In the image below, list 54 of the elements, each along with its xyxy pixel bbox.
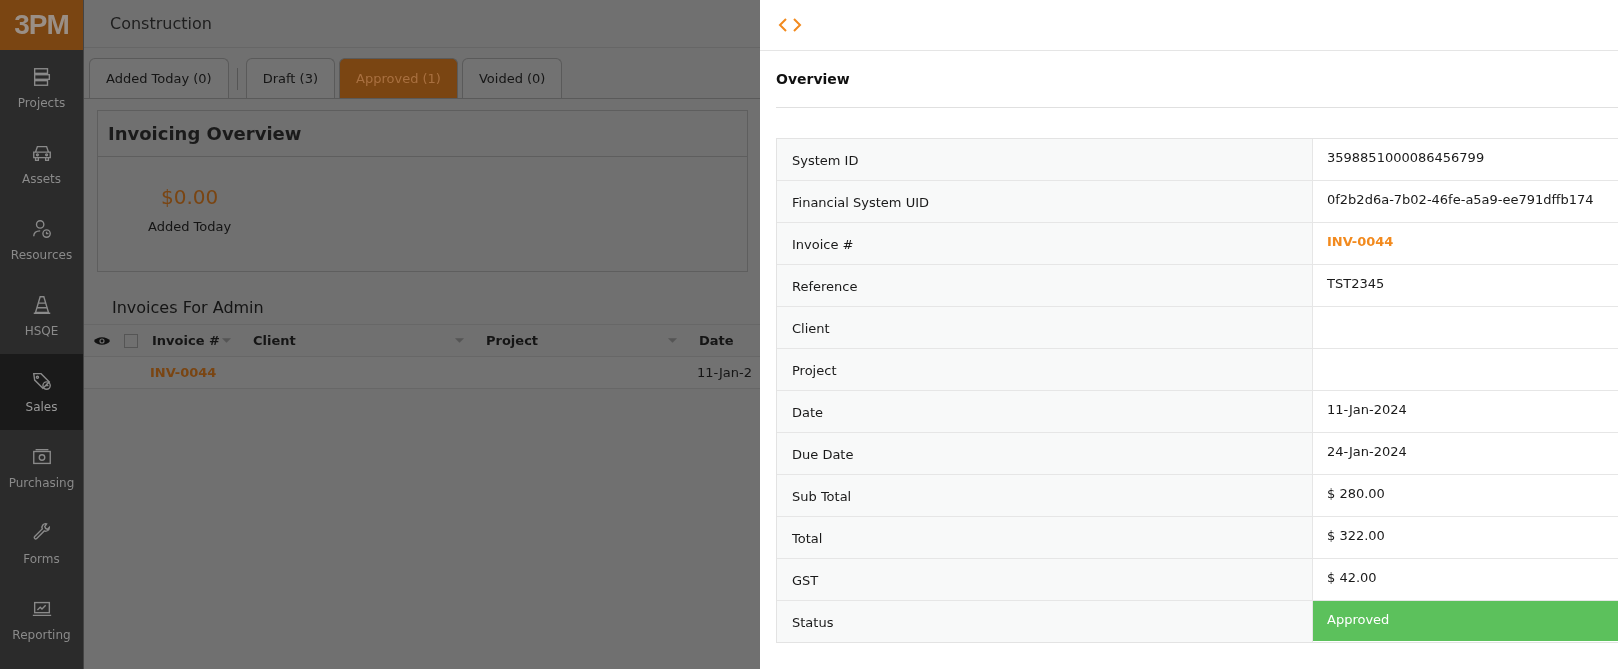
column-header[interactable]: Client [253, 333, 296, 348]
field-label: Reference [777, 265, 1313, 306]
field-label: GST [777, 559, 1313, 600]
table-row[interactable]: INV-0044 11-Jan-2 [84, 356, 760, 389]
person-clock-icon [30, 218, 53, 240]
logo[interactable]: 3PM [0, 0, 83, 50]
card-title: Invoicing Overview [108, 123, 302, 144]
invoice-link[interactable]: INV-0044 [1327, 234, 1394, 249]
field-label: Status [777, 601, 1313, 642]
field-label: Due Date [777, 433, 1313, 474]
amount-value: $0.00 [160, 185, 219, 209]
price-tag-icon [30, 370, 53, 392]
column-header[interactable]: Date [699, 333, 734, 348]
field-value: $ 280.00 [1327, 486, 1385, 501]
tab[interactable]: Added Today (0) [89, 58, 229, 98]
sidebar-item[interactable]: HSQE [0, 278, 83, 354]
sidebar-item[interactable]: Reporting [0, 582, 83, 658]
field-value: 0f2b2d6a-7b02-46fe-a5a9-ee791dffb174 [1327, 192, 1594, 207]
sidebar-item[interactable]: Resources [0, 202, 83, 278]
column-header[interactable]: Project [486, 333, 539, 348]
field-label: Date [777, 391, 1313, 432]
field-label: System ID [777, 139, 1313, 180]
code-brackets-icon[interactable] [778, 18, 802, 32]
sidebar-item[interactable]: Purchasing [0, 430, 83, 506]
checkbox[interactable] [124, 333, 138, 348]
eye-icon[interactable] [94, 335, 110, 346]
sidebar-item[interactable]: Assets [0, 126, 83, 202]
field-value: 24-Jan-2024 [1327, 444, 1407, 459]
field-label: Invoice # [777, 223, 1313, 264]
sidebar-item[interactable]: Sales [0, 354, 83, 430]
field-value: 11-Jan-2024 [1327, 402, 1407, 417]
caret-icon[interactable] [455, 338, 464, 343]
section-title: Overview [776, 51, 1618, 108]
caret-icon[interactable] [222, 338, 231, 343]
sidebar-item[interactable]: Projects [0, 50, 83, 126]
caret-icon[interactable] [668, 338, 677, 343]
field-value: $ 322.00 [1327, 528, 1385, 543]
field-label: Financial System UID [777, 181, 1313, 222]
field-value: 3598851000086456799 [1327, 150, 1485, 165]
field-value: TST2345 [1327, 276, 1385, 291]
field-value: $ 42.00 [1327, 570, 1377, 585]
tab[interactable]: Draft (3) [245, 58, 336, 98]
amount-caption: Added Today [148, 219, 232, 234]
sidebar-item[interactable]: Forms [0, 506, 83, 582]
field-label: Total [777, 517, 1313, 558]
page-title: Construction [110, 14, 212, 33]
column-header[interactable]: Invoice # [152, 333, 220, 348]
field-label: Sub Total [777, 475, 1313, 516]
section-title: Invoices For Admin [111, 297, 265, 314]
table-cell: 11-Jan-2 [697, 365, 752, 380]
field-label: Project [777, 349, 1313, 390]
status-value: Approved [1313, 601, 1618, 641]
field-label: Client [777, 307, 1313, 348]
tab[interactable]: Voided (0) [461, 58, 563, 98]
